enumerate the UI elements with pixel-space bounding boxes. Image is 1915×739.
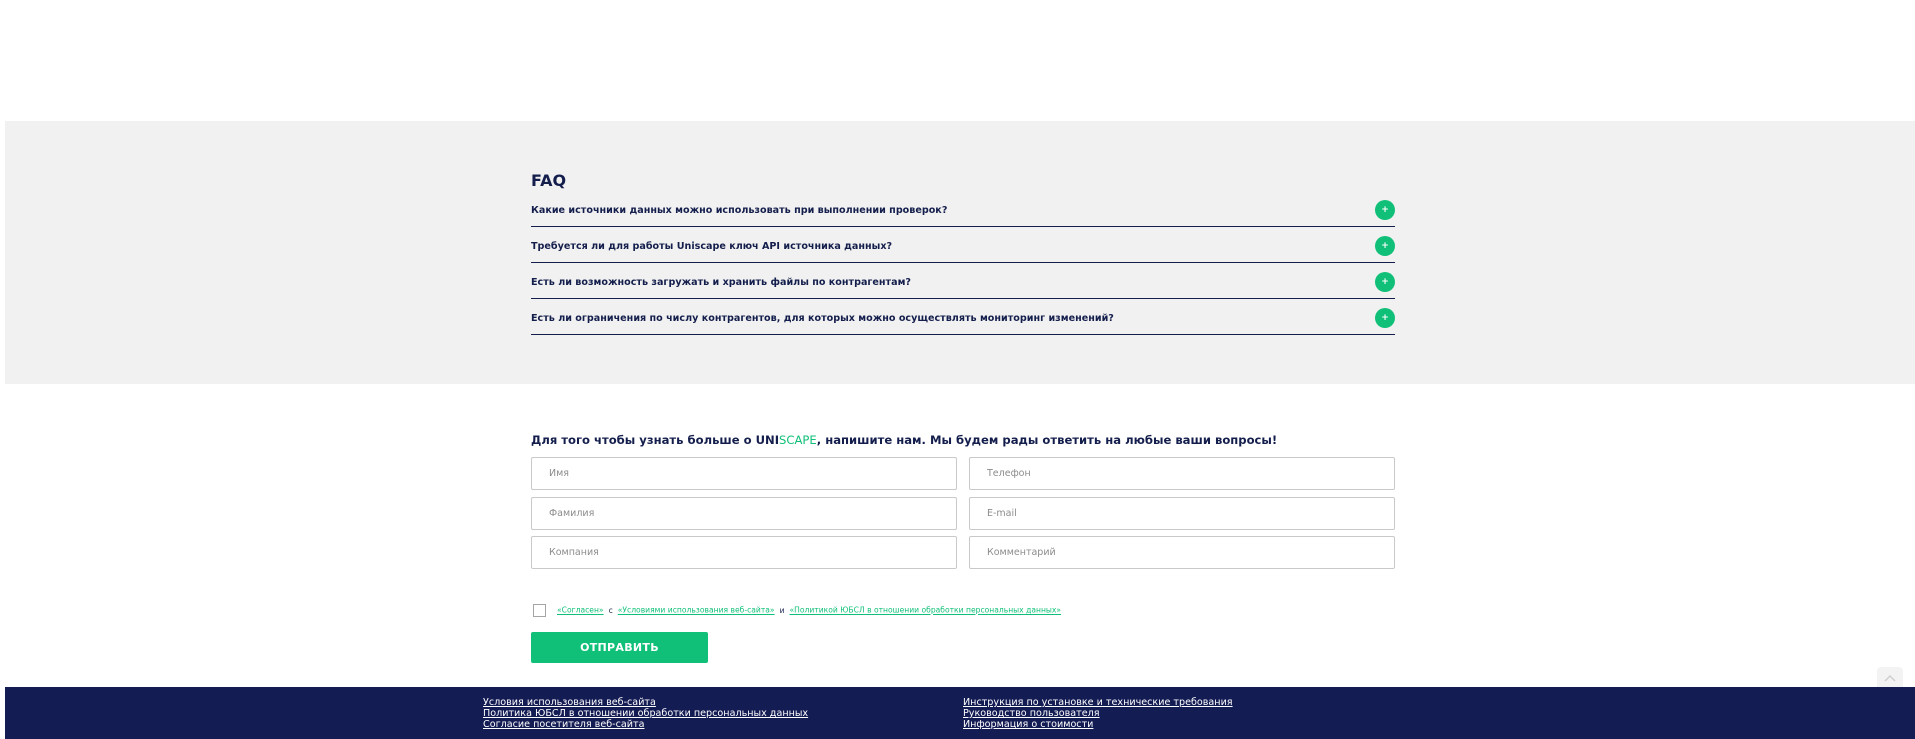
plus-icon[interactable]: + [1375,272,1395,292]
footer-links-right: Инструкция по установке и технические тр… [963,697,1233,730]
company-field-wrapper [531,536,957,569]
company-field[interactable] [532,537,956,568]
footer-link-terms[interactable]: Условия использования веб-сайта [483,697,808,708]
faq-title: FAQ [531,171,567,190]
faq-item[interactable]: Есть ли ограничения по числу контрагенто… [531,299,1395,335]
name-field[interactable] [532,458,956,489]
footer-link-user-manual[interactable]: Руководство пользователя [963,708,1233,719]
footer: Условия использования веб-сайта Политика… [5,687,1915,739]
consent-and-text: и [779,605,785,615]
consent-checkbox[interactable] [533,604,546,617]
contact-heading: Для того чтобы узнать больше о UNISCAPE,… [531,432,1395,448]
email-field-wrapper [969,497,1395,530]
faq-question[interactable]: Какие источники данных можно использоват… [531,205,947,216]
terms-link[interactable]: «Условиями использования веб-сайта» [618,606,775,615]
submit-button[interactable]: ОТПРАВИТЬ [531,632,708,663]
faq-item[interactable]: Требуется ли для работы Uniscape ключ AP… [531,227,1395,263]
page: FAQ Какие источники данных можно использ… [0,0,1915,739]
comment-field[interactable] [970,537,1394,568]
phone-field-wrapper [969,457,1395,490]
surname-field[interactable] [532,498,956,529]
footer-link-visitor-consent[interactable]: Согласие посетителя веб-сайта [483,719,808,730]
footer-link-privacy-policy[interactable]: Политика ЮБСЛ в отношении обработки перс… [483,708,808,719]
faq-question[interactable]: Есть ли ограничения по числу контрагенто… [531,313,1114,324]
plus-icon[interactable]: + [1375,308,1395,328]
email-field[interactable] [970,498,1394,529]
policy-link[interactable]: «Политикой ЮБСЛ в отношении обработки пе… [790,606,1062,615]
surname-field-wrapper [531,497,957,530]
faq-question[interactable]: Есть ли возможность загружать и хранить … [531,277,911,288]
contact-form-section: Для того чтобы узнать больше о UNISCAPE,… [531,432,1395,663]
contact-heading-text: Для того чтобы узнать больше о UNI [531,433,780,447]
footer-link-install-guide[interactable]: Инструкция по установке и технические тр… [963,697,1233,708]
phone-field[interactable] [970,458,1394,489]
faq-section: FAQ Какие источники данных можно использ… [5,121,1915,384]
comment-field-wrapper [969,536,1395,569]
contact-heading-text-end: , напишите нам. Мы будем рады ответить н… [816,433,1278,447]
consent-row: «Согласен» с «Условиями использования веб-… [533,604,1061,617]
faq-item[interactable]: Есть ли возможность загружать и хранить … [531,263,1395,299]
brand-name-accent: SCAPE [779,433,817,447]
name-field-wrapper [531,457,957,490]
faq-item[interactable]: Какие источники данных можно использоват… [531,191,1395,227]
faq-list: FAQ Какие источники данных можно использ… [531,171,1395,335]
agree-link[interactable]: «Согласен» [557,606,604,615]
consent-with-text: с [608,605,613,615]
plus-icon[interactable]: + [1375,200,1395,220]
footer-links-left: Условия использования веб-сайта Политика… [483,697,808,730]
footer-link-pricing[interactable]: Информация о стоимости [963,719,1233,730]
faq-question[interactable]: Требуется ли для работы Uniscape ключ AP… [531,241,892,252]
plus-icon[interactable]: + [1375,236,1395,256]
